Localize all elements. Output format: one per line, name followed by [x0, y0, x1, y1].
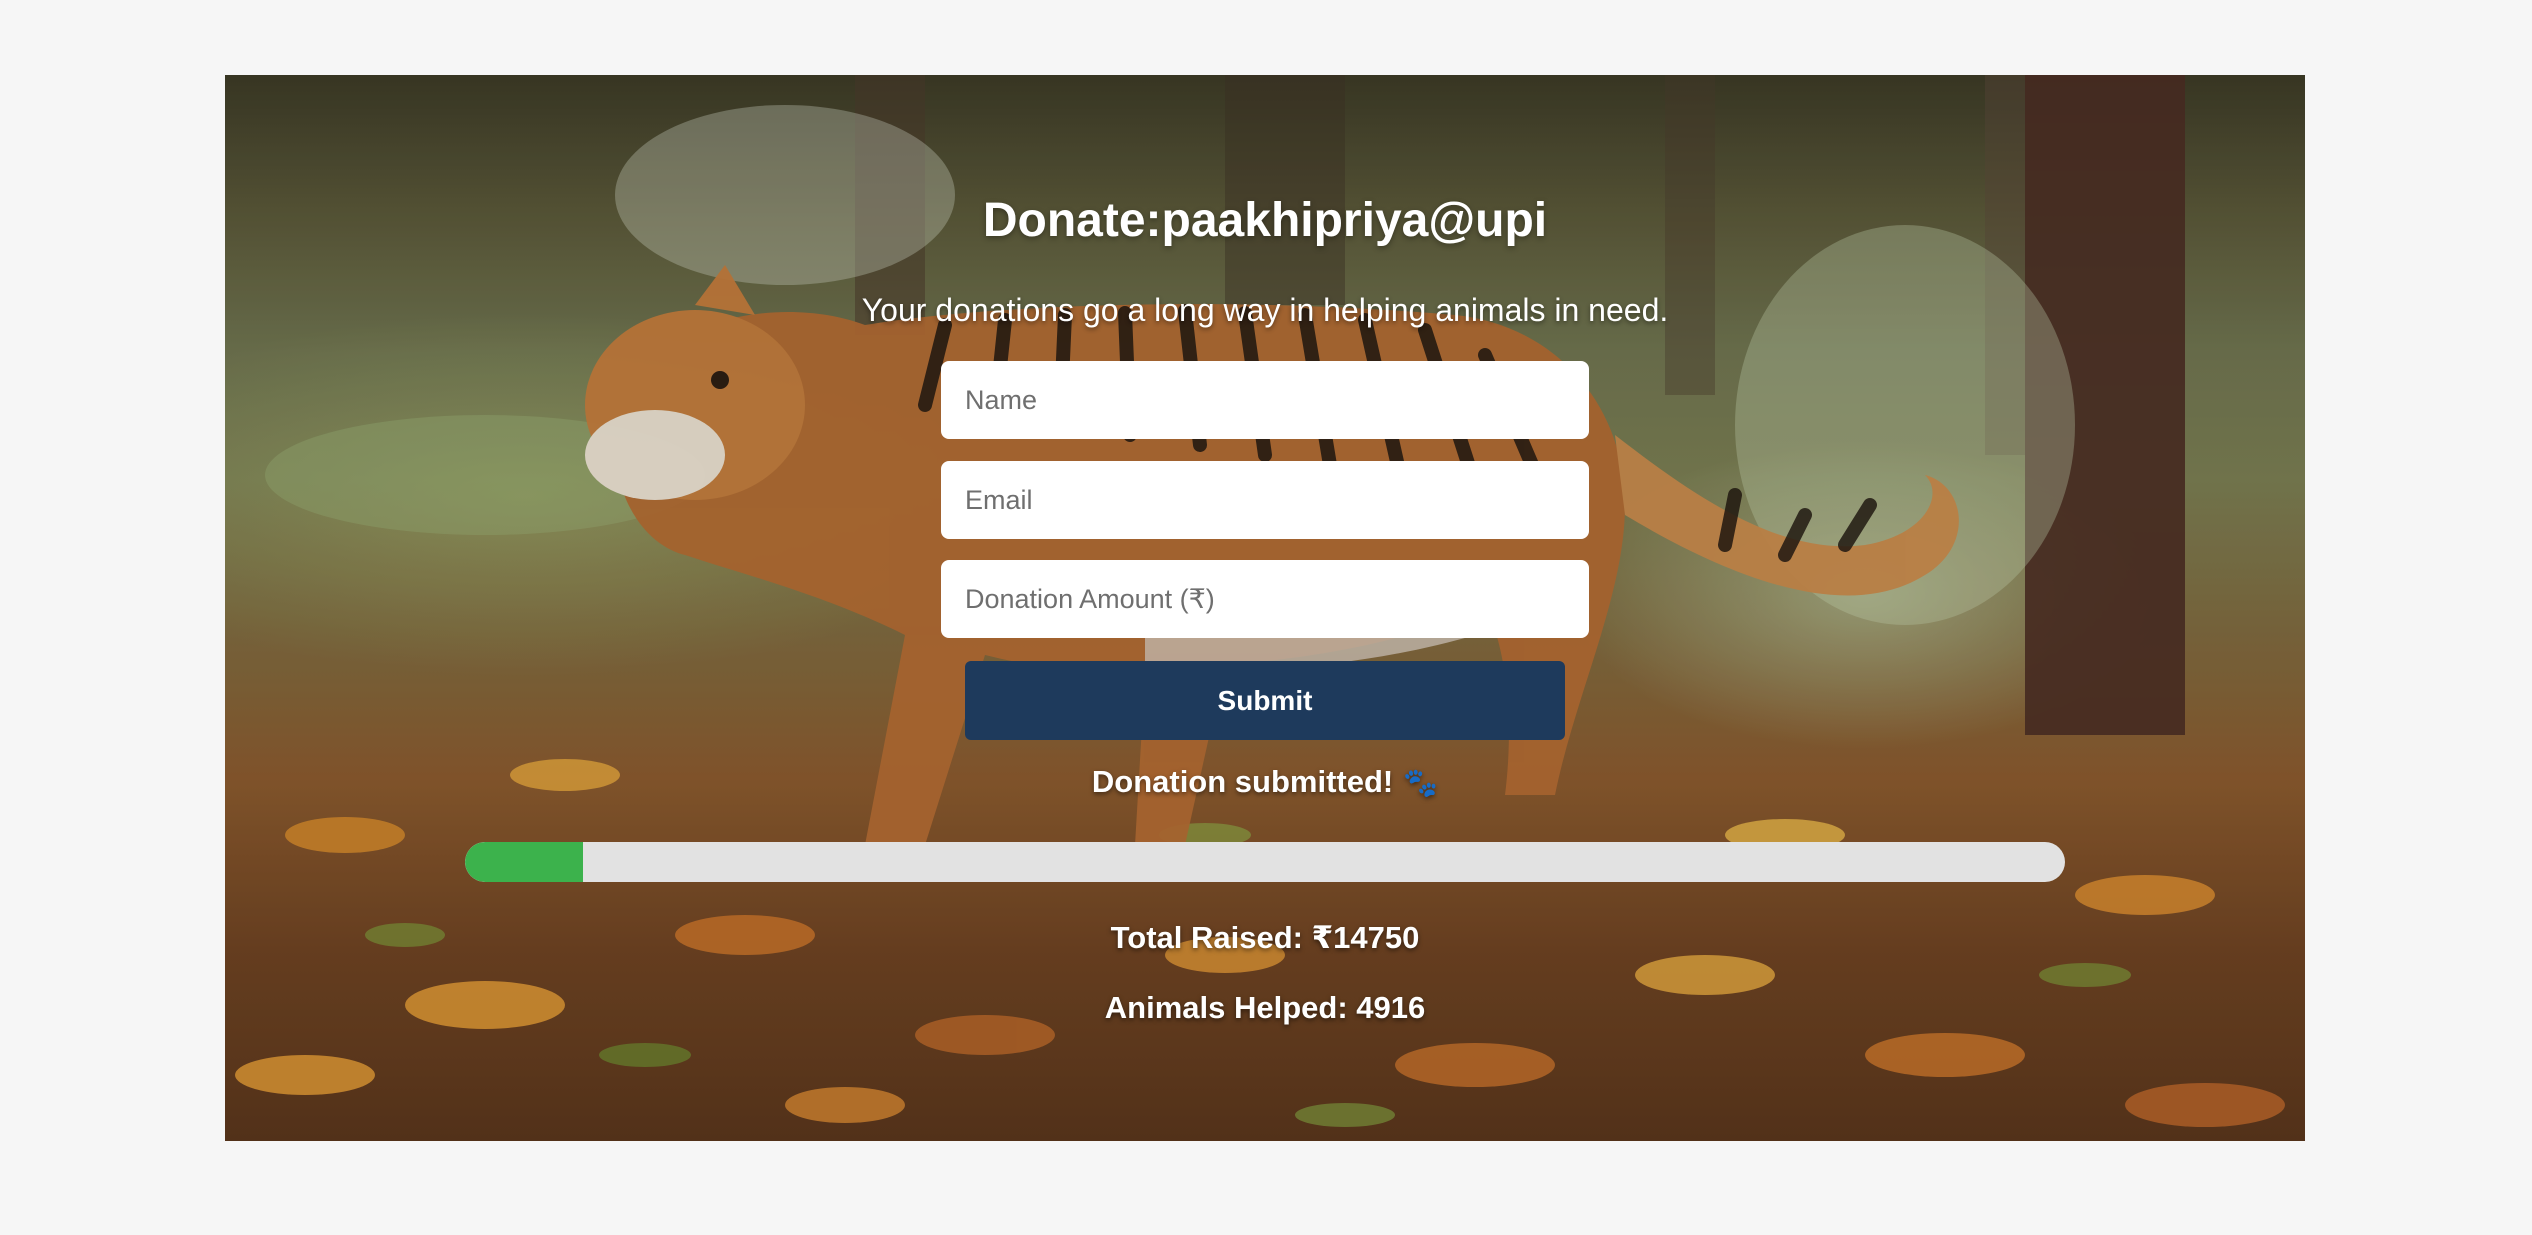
animals-helped: Animals Helped: 4916 — [1104, 990, 1426, 1025]
submit-button[interactable]: Submit — [965, 661, 1565, 740]
paw-prints-icon: 🐾 — [1403, 767, 1439, 798]
donation-amount-input[interactable] — [941, 560, 1589, 638]
status-message: Donation submitted! — [1091, 764, 1394, 799]
email-input[interactable] — [941, 461, 1589, 539]
page-title: Donate:paakhipriya@upi — [982, 194, 1548, 247]
name-input[interactable] — [941, 361, 1589, 439]
donation-progress-bar — [465, 842, 2065, 882]
page-subtitle: Your donations go a long way in helping … — [861, 292, 1669, 328]
total-raised: Total Raised: ₹14750 — [1110, 920, 1420, 955]
donation-panel: Donate:paakhipriya@upi Your donations go… — [225, 75, 2305, 1141]
progress-fill — [465, 842, 584, 882]
donation-status: Donation submitted! 🐾 — [225, 764, 2305, 800]
